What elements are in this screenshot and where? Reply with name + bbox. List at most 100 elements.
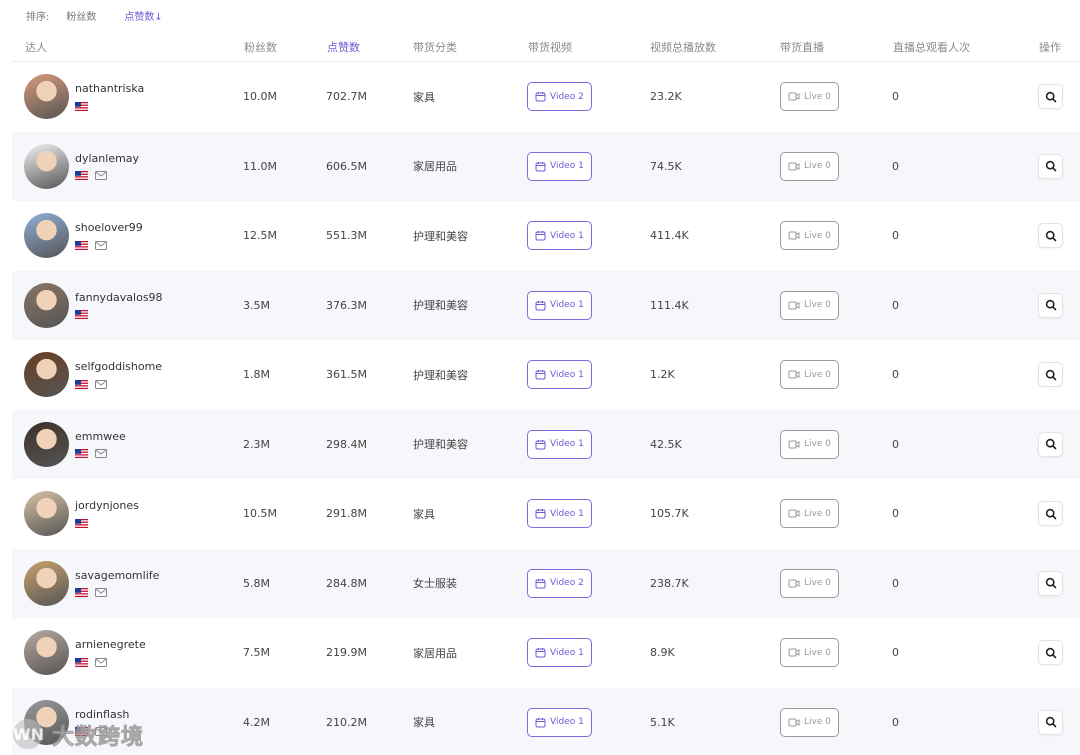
likes-value: 606.5M [326, 159, 367, 173]
video-calendar-icon [535, 161, 550, 172]
likes-value: 291.8M [326, 507, 367, 521]
us-flag-icon [75, 96, 95, 115]
search-icon [1045, 647, 1057, 659]
search-action-button[interactable] [1038, 640, 1063, 666]
live-viewers-value: 0 [892, 715, 899, 729]
search-action-button[interactable] [1038, 501, 1063, 527]
creator-badges [75, 238, 107, 250]
live-button[interactable]: Live 0 [780, 290, 839, 320]
video-button[interactable]: Video 2 [527, 82, 592, 112]
avatar[interactable] [24, 282, 69, 328]
table-row: emmwee 2.3M 298.4M 护理和美容 Video 1 42.5K Live 0 0 [12, 409, 1080, 479]
mail-icon[interactable] [95, 374, 107, 393]
search-icon [1045, 438, 1057, 450]
table-row: arnienegrete 7.5M 219.9M 家居用品 Video 1 8.9K Liv… [12, 618, 1080, 688]
table-header: 达人 粉丝数 点赞数 带货分类 带货视频 视频总播放数 带货直播 直播总观看人次… [0, 34, 1080, 60]
creator-name[interactable]: shoelover99 [75, 221, 143, 234]
live-button[interactable]: Live 0 [780, 707, 839, 737]
avatar[interactable] [24, 630, 69, 675]
creator-name[interactable]: arnienegrete [75, 638, 146, 651]
search-action-button[interactable] [1038, 153, 1063, 179]
search-action-button[interactable] [1038, 570, 1063, 596]
video-plays-value: 111.4K [650, 298, 689, 312]
avatar[interactable] [24, 143, 69, 189]
us-flag-icon [75, 374, 95, 393]
likes-value: 219.9M [326, 646, 367, 660]
category-value: 家具 [413, 90, 435, 104]
col-header-video-plays[interactable]: 视频总播放数 [650, 39, 716, 55]
live-button[interactable]: Live 0 [780, 221, 839, 251]
mail-icon[interactable] [95, 165, 107, 184]
video-button[interactable]: Video 1 [527, 360, 592, 390]
avatar[interactable] [24, 213, 69, 258]
video-button[interactable]: Video 1 [527, 638, 592, 668]
live-label: Live 0 [804, 369, 831, 380]
video-label: Video 1 [550, 300, 584, 311]
followers-value: 3.5M [243, 298, 270, 312]
avatar[interactable] [24, 421, 69, 467]
video-calendar-icon [535, 300, 550, 311]
video-label: Video 2 [550, 578, 584, 589]
table-row: nathantriska 10.0M 702.7M 家具 Video 2 23.2K Liv… [12, 62, 1080, 132]
search-action-button[interactable] [1038, 362, 1063, 388]
likes-value: 361.5M [326, 368, 367, 382]
creator-name[interactable]: selfgoddishome [75, 360, 162, 373]
creator-name[interactable]: savagemomlife [75, 569, 159, 582]
avatar[interactable] [24, 74, 69, 119]
creator-badges [75, 655, 107, 667]
video-button[interactable]: Video 1 [527, 429, 592, 459]
live-button[interactable]: Live 0 [780, 568, 839, 598]
live-button[interactable]: Live 0 [780, 82, 839, 112]
mail-icon[interactable] [95, 235, 107, 254]
live-camera-icon [788, 161, 804, 172]
live-button[interactable]: Live 0 [780, 151, 839, 181]
video-button[interactable]: Video 1 [527, 499, 592, 529]
live-camera-icon [788, 91, 804, 102]
avatar[interactable] [24, 560, 69, 606]
watermark-logo: WN [8, 718, 48, 751]
avatar[interactable] [24, 352, 69, 397]
creator-name[interactable]: emmwee [75, 430, 126, 443]
sort-option-followers[interactable]: 粉丝数 [66, 8, 96, 23]
mail-icon[interactable] [95, 582, 107, 601]
search-icon [1045, 369, 1057, 381]
video-button[interactable]: Video 1 [527, 707, 592, 737]
live-button[interactable]: Live 0 [780, 429, 839, 459]
category-value: 女士服装 [413, 577, 457, 591]
col-header-likes[interactable]: 点赞数 [327, 39, 360, 55]
category-value: 护理和美容 [413, 368, 468, 382]
video-button[interactable]: Video 1 [527, 290, 592, 320]
creator-badges [75, 447, 107, 459]
search-action-button[interactable] [1038, 709, 1063, 735]
video-plays-value: 8.9K [650, 646, 675, 660]
search-action-button[interactable] [1038, 223, 1063, 249]
followers-value: 1.8M [243, 368, 270, 382]
live-button[interactable]: Live 0 [780, 638, 839, 668]
search-action-button[interactable] [1038, 84, 1063, 110]
col-header-live-viewers[interactable]: 直播总观看人次 [893, 39, 970, 55]
us-flag-icon [75, 235, 95, 254]
table-row: fannydavalos98 3.5M 376.3M 护理和美容 Video 1 111.… [12, 270, 1080, 340]
creator-name[interactable]: jordynjones [75, 499, 139, 512]
search-icon [1045, 508, 1057, 520]
likes-value: 284.8M [326, 576, 367, 590]
search-action-button[interactable] [1038, 431, 1063, 457]
video-plays-value: 23.2K [650, 90, 682, 104]
search-action-button[interactable] [1038, 292, 1063, 318]
video-button[interactable]: Video 1 [527, 151, 592, 181]
video-calendar-icon [535, 717, 550, 728]
creator-name[interactable]: nathantriska [75, 82, 144, 95]
video-plays-value: 238.7K [650, 576, 689, 590]
mail-icon[interactable] [95, 443, 107, 462]
col-header-followers[interactable]: 粉丝数 [244, 39, 277, 55]
live-button[interactable]: Live 0 [780, 499, 839, 529]
creator-name[interactable]: dylanlemay [75, 152, 139, 165]
mail-icon[interactable] [95, 652, 107, 671]
video-button[interactable]: Video 2 [527, 568, 592, 598]
creator-name[interactable]: fannydavalos98 [75, 291, 163, 304]
avatar[interactable] [24, 491, 69, 536]
live-button[interactable]: Live 0 [780, 360, 839, 390]
video-button[interactable]: Video 1 [527, 221, 592, 251]
search-icon [1045, 577, 1057, 589]
sort-option-likes[interactable]: 点赞数↓ [124, 8, 162, 23]
